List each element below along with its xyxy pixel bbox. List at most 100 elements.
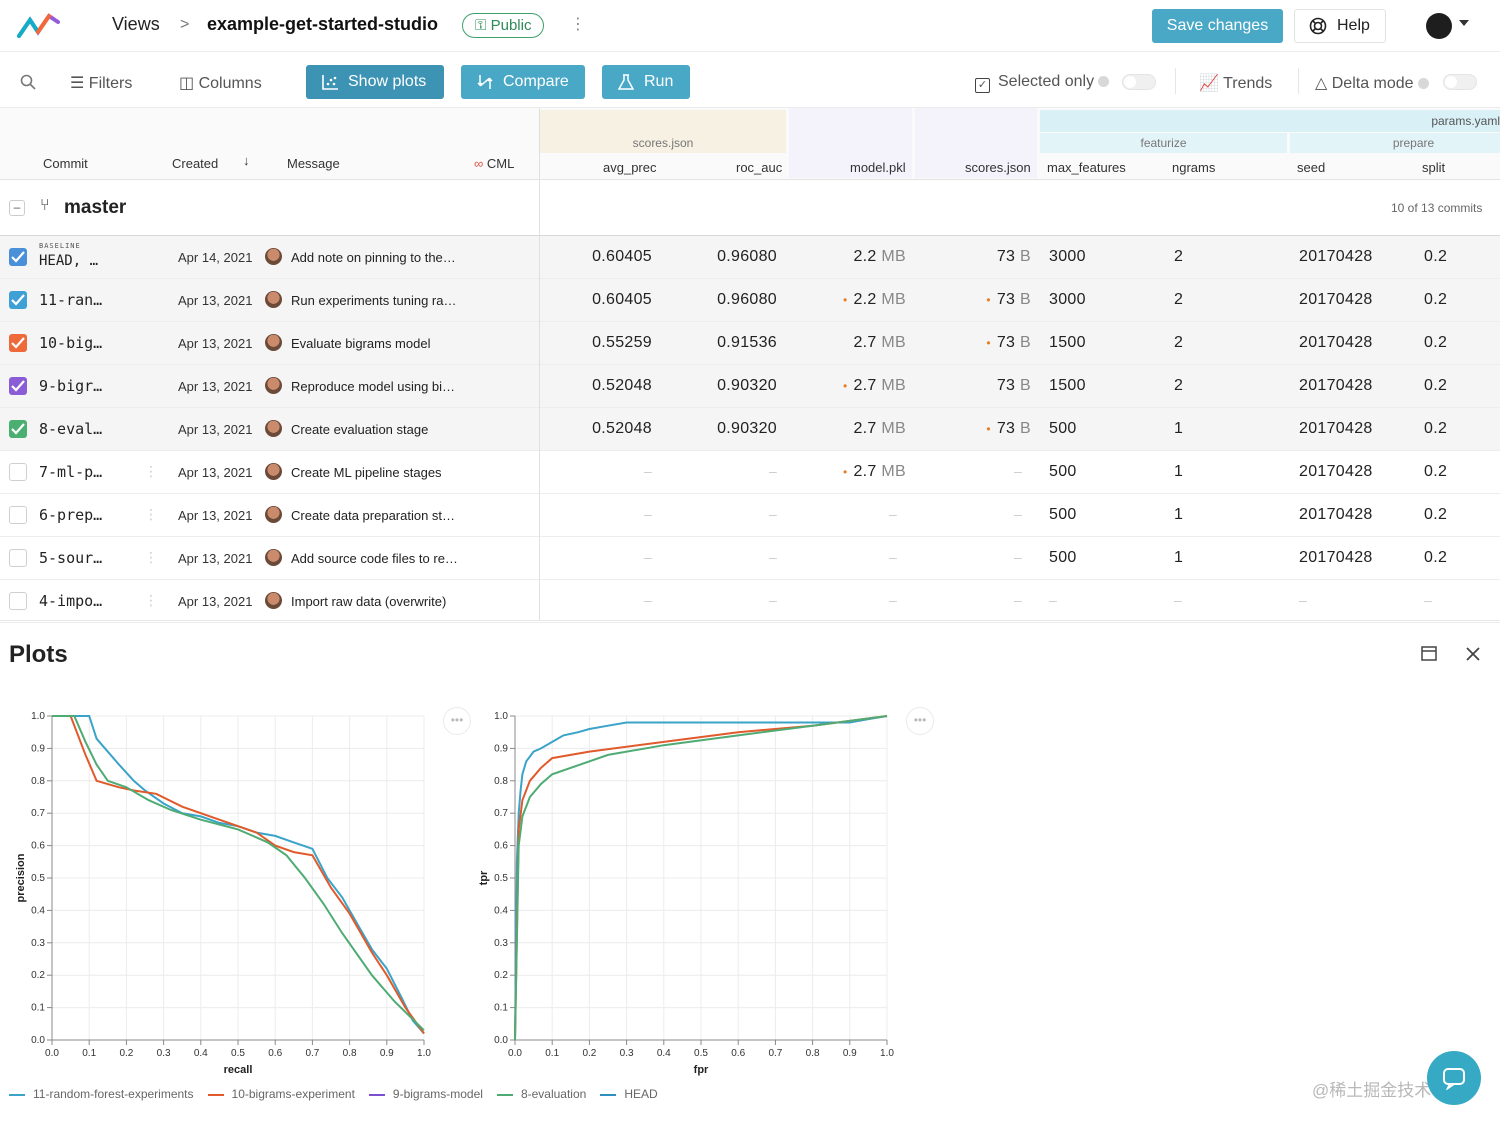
y-tick-label: 0.0 (31, 1035, 45, 1046)
group-header-featurize[interactable]: featurize (1040, 136, 1287, 150)
split-value: 0.2 (1424, 377, 1448, 394)
commit-name[interactable]: HEAD, … (39, 253, 98, 269)
model-size-unit: MB (881, 420, 906, 437)
table-row[interactable]: 7-ml-p… ⋮ Apr 13, 2021 Create ML pipeline s… (0, 451, 1500, 494)
created-date: Apr 13, 2021 (178, 551, 253, 566)
commit-name[interactable]: 10-big… (39, 334, 102, 352)
compare-button[interactable]: Compare (461, 65, 585, 99)
minimize-panel-icon[interactable] (1421, 646, 1439, 662)
public-badge[interactable]: ⚿ Public (462, 13, 545, 38)
column-header-ngrams[interactable]: ngrams (1172, 160, 1215, 175)
app-logo-icon[interactable] (16, 10, 62, 42)
x-tick-label: 0.4 (657, 1048, 671, 1059)
collapse-icon[interactable]: – (9, 200, 25, 216)
column-header-max-features[interactable]: max_features (1047, 160, 1126, 175)
legend-item[interactable]: 9-bigrams-model (368, 1087, 483, 1101)
project-name[interactable]: example-get-started-studio (207, 14, 438, 35)
delta-mode-toggle[interactable] (1443, 74, 1477, 90)
unlock-icon: ⚿ (475, 17, 491, 34)
row-menu-icon[interactable]: ⋮ (144, 592, 158, 609)
changed-indicator: • (842, 293, 848, 307)
column-header-avg-prec[interactable]: avg_prec (603, 160, 656, 175)
chart-menu-button[interactable]: ••• (906, 707, 934, 735)
column-header-seed[interactable]: seed (1297, 160, 1325, 175)
chevron-down-icon[interactable] (1459, 20, 1469, 26)
commit-name[interactable]: 5-sour… (39, 549, 102, 567)
column-header-created[interactable]: Created (172, 156, 218, 171)
filters-button[interactable]: ☰ Filters (70, 73, 132, 93)
columns-button[interactable]: ◫ Columns (179, 73, 262, 93)
close-icon[interactable] (1465, 646, 1481, 662)
branch-name[interactable]: master (64, 197, 126, 219)
column-header-model-pkl[interactable]: model.pkl (850, 160, 906, 175)
x-tick-label: 0.4 (194, 1048, 208, 1059)
column-header-scores-json[interactable]: scores.json (965, 160, 1031, 175)
chat-button[interactable] (1427, 1051, 1481, 1105)
y-tick-label: 0.5 (31, 873, 45, 884)
column-header-commit[interactable]: Commit (43, 156, 88, 171)
row-checkbox[interactable] (9, 592, 27, 610)
breadcrumb-views[interactable]: Views (112, 14, 160, 35)
help-circle-icon[interactable] (1417, 78, 1429, 90)
table-row[interactable]: 10-big… Apr 13, 2021 Evaluate bigrams mode… (0, 322, 1500, 365)
group-header-params[interactable]: params.yaml (1040, 114, 1500, 128)
table-row[interactable]: BASELINE HEAD, … Apr 14, 2021 Add note on p… (0, 236, 1500, 279)
row-menu-icon[interactable]: ⋮ (144, 463, 158, 480)
table-row[interactable]: 4-impo… ⋮ Apr 13, 2021 Import raw data (ove… (0, 580, 1500, 623)
row-checkbox[interactable] (9, 248, 27, 266)
row-checkbox[interactable] (9, 291, 27, 309)
table-row[interactable]: 5-sour… ⋮ Apr 13, 2021 Add source code file… (0, 537, 1500, 580)
legend-item[interactable]: HEAD (600, 1087, 658, 1101)
row-checkbox[interactable] (9, 506, 27, 524)
trends-button[interactable]: 📈 Trends (1199, 73, 1272, 93)
user-avatar[interactable] (1426, 13, 1452, 39)
column-header-roc-auc[interactable]: roc_auc (736, 160, 782, 175)
table-row[interactable]: 6-prep… ⋮ Apr 13, 2021 Create data preparat… (0, 494, 1500, 537)
commit-message: Reproduce model using bi… (291, 379, 456, 394)
group-header-prepare[interactable]: prepare (1290, 136, 1500, 150)
row-menu-icon[interactable]: ⋮ (144, 506, 158, 523)
table-row[interactable]: 9-bigr… Apr 13, 2021 Reproduce model using… (0, 365, 1500, 408)
commit-name[interactable]: 7-ml-p… (39, 463, 102, 481)
column-header-split[interactable]: split (1422, 160, 1445, 175)
help-circle-icon[interactable] (1098, 76, 1110, 88)
project-menu-icon[interactable]: ⋮ (570, 14, 586, 34)
y-tick-label: 0.1 (494, 1003, 508, 1014)
commit-name[interactable]: 4-impo… (39, 592, 102, 610)
legend-item[interactable]: 8-evaluation (496, 1087, 586, 1101)
row-checkbox[interactable] (9, 334, 27, 352)
row-checkbox[interactable] (9, 377, 27, 395)
y-axis-label: tpr (478, 870, 490, 885)
commit-message: Add note on pinning to the… (291, 250, 456, 265)
commit-name[interactable]: 8-eval… (39, 420, 102, 438)
model-size-empty: – (889, 549, 897, 565)
commit-name[interactable]: 6-prep… (39, 506, 102, 524)
column-header-message[interactable]: Message (287, 156, 340, 171)
model-size-unit: MB (881, 463, 906, 480)
legend-item[interactable]: 10-bigrams-experiment (207, 1087, 355, 1101)
changed-indicator: • (986, 336, 991, 350)
column-header-cml[interactable]: ∞ CML (474, 156, 514, 171)
legend-label: 9-bigrams-model (392, 1087, 483, 1101)
sort-down-icon[interactable]: ↓ (243, 153, 250, 168)
row-checkbox[interactable] (9, 463, 27, 481)
run-button[interactable]: Run (602, 65, 690, 99)
row-checkbox[interactable] (9, 549, 27, 567)
chart-menu-button[interactable]: ••• (443, 707, 471, 735)
y-tick-label: 0.2 (31, 970, 45, 981)
search-icon[interactable] (20, 74, 36, 90)
selected-only-toggle[interactable] (1122, 74, 1156, 90)
legend-label: 11-random-forest-experiments (33, 1087, 194, 1101)
row-menu-icon[interactable]: ⋮ (144, 549, 158, 566)
commit-name[interactable]: 9-bigr… (39, 377, 102, 395)
scores-size-value: 73 (996, 420, 1016, 437)
legend-item[interactable]: 11-random-forest-experiments (9, 1087, 194, 1101)
table-row[interactable]: 11-ran… Apr 13, 2021 Run experiments tunin… (0, 279, 1500, 322)
row-checkbox[interactable] (9, 420, 27, 438)
group-header-scores[interactable]: scores.json (540, 136, 786, 150)
table-row[interactable]: 8-eval… Apr 13, 2021 Create evaluation sta… (0, 408, 1500, 451)
help-button[interactable]: Help (1294, 9, 1386, 43)
commit-name[interactable]: 11-ran… (39, 291, 102, 309)
save-changes-button[interactable]: Save changes (1152, 9, 1283, 43)
show-plots-button[interactable]: Show plots (306, 65, 444, 99)
